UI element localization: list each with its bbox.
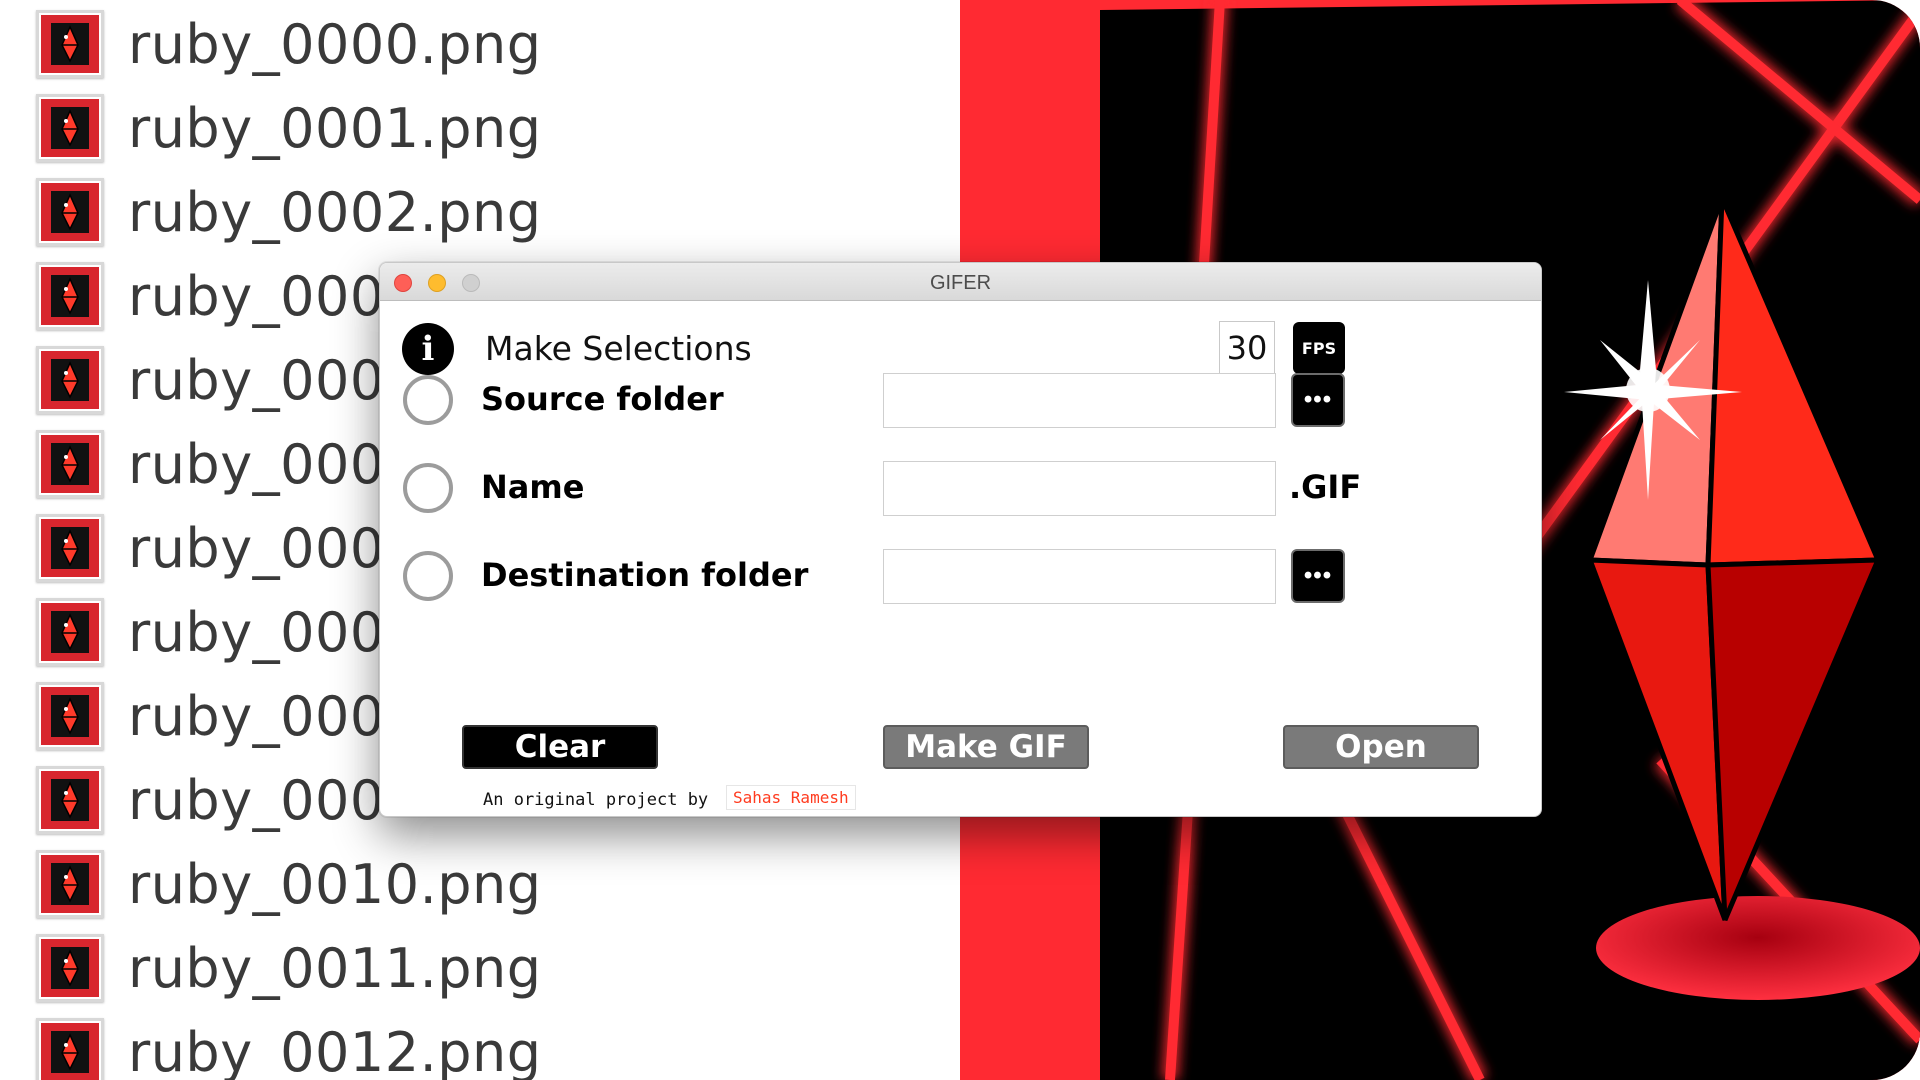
fps-value-field[interactable]: 30	[1219, 321, 1275, 375]
file-name: ruby_000	[128, 348, 385, 412]
file-name: ruby_000	[128, 516, 385, 580]
image-file-icon	[36, 682, 104, 750]
image-file-icon	[36, 430, 104, 498]
file-list-item[interactable]: ruby_000	[36, 590, 385, 674]
file-name: ruby_000	[128, 600, 385, 664]
file-list-item[interactable]: ruby_000	[36, 254, 385, 338]
file-list-item[interactable]: ruby_0000.png	[36, 2, 542, 86]
image-file-icon	[36, 10, 104, 78]
source-folder-radio[interactable]	[403, 375, 453, 425]
fps-button[interactable]: FPS	[1293, 322, 1345, 374]
file-name: ruby_000	[128, 768, 385, 832]
name-label: Name	[481, 468, 585, 506]
gif-extension-label: .GIF	[1289, 468, 1362, 506]
file-name: ruby_000	[128, 684, 385, 748]
window-title: GIFER	[929, 272, 992, 294]
source-folder-input[interactable]	[883, 373, 1276, 428]
image-file-icon	[36, 94, 104, 162]
file-list-item[interactable]: ruby_000	[36, 506, 385, 590]
file-name: ruby_0002.png	[128, 180, 542, 244]
source-folder-label: Source folder	[481, 380, 724, 418]
open-button[interactable]: Open	[1283, 725, 1479, 769]
destination-folder-radio[interactable]	[403, 551, 453, 601]
image-file-icon	[36, 178, 104, 246]
info-icon[interactable]: i	[402, 323, 454, 375]
file-list-item[interactable]: ruby_000	[36, 758, 385, 842]
image-file-icon	[36, 850, 104, 918]
image-file-icon	[36, 514, 104, 582]
file-list-item[interactable]: ruby_000	[36, 674, 385, 758]
image-file-icon	[36, 1018, 104, 1080]
file-name: ruby_0001.png	[128, 96, 542, 160]
credit-text: An original project by	[483, 790, 709, 810]
file-list-item[interactable]: ruby_0001.png	[36, 86, 542, 170]
destination-folder-input[interactable]	[883, 549, 1276, 604]
source-folder-browse-button[interactable]: •••	[1291, 373, 1345, 427]
file-name: ruby_0000.png	[128, 12, 542, 76]
destination-folder-label: Destination folder	[481, 556, 809, 594]
file-name: ruby_0010.png	[128, 852, 542, 916]
author-link[interactable]: Sahas Ramesh	[726, 785, 856, 810]
file-list-item[interactable]: ruby_0011.png	[36, 926, 542, 1010]
file-list-item[interactable]: ruby_0012.png	[36, 1010, 542, 1080]
image-file-icon	[36, 766, 104, 834]
file-name: ruby_0011.png	[128, 936, 542, 1000]
name-input[interactable]	[883, 461, 1276, 516]
name-radio[interactable]	[403, 463, 453, 513]
file-name: ruby_000	[128, 432, 385, 496]
make-gif-button[interactable]: Make GIF	[883, 725, 1089, 769]
file-list-item[interactable]: ruby_000	[36, 338, 385, 422]
title-bar[interactable]: GIFER	[380, 263, 1541, 301]
file-name: ruby_0012.png	[128, 1020, 542, 1080]
image-file-icon	[36, 934, 104, 1002]
image-file-icon	[36, 262, 104, 330]
file-list-item[interactable]: ruby_000	[36, 422, 385, 506]
file-name: ruby_000	[128, 264, 385, 328]
file-list-item[interactable]: ruby_0010.png	[36, 842, 542, 926]
destination-folder-browse-button[interactable]: •••	[1291, 549, 1345, 603]
file-list-item[interactable]: ruby_0002.png	[36, 170, 542, 254]
image-file-icon	[36, 346, 104, 414]
gifer-window: GIFER i Make Selections 30 FPS Source fo…	[379, 262, 1542, 817]
image-file-icon	[36, 598, 104, 666]
clear-button[interactable]: Clear	[462, 725, 658, 769]
page-title: Make Selections	[485, 329, 752, 368]
